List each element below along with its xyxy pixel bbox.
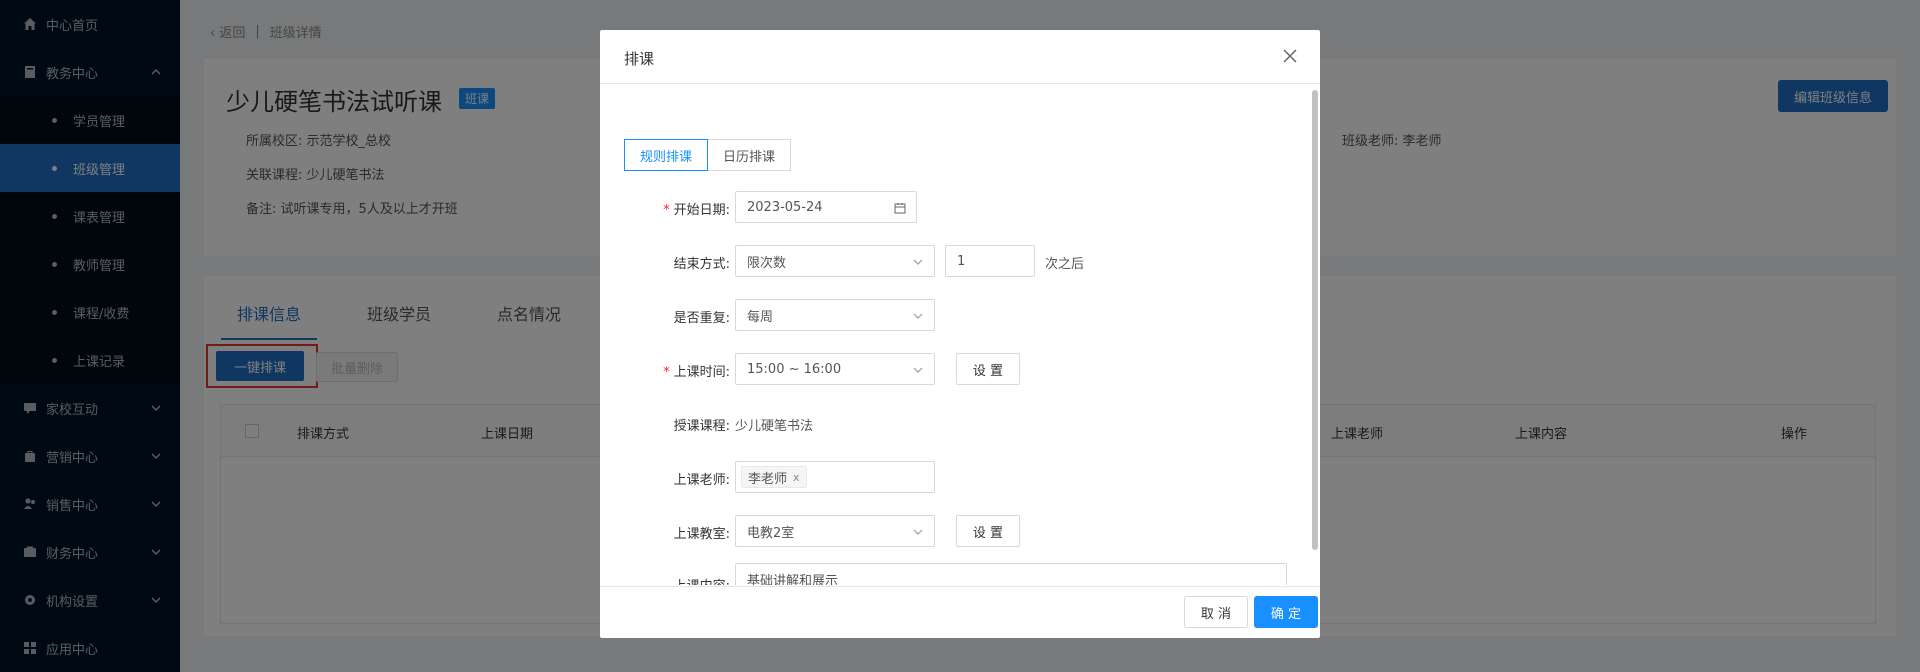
field-start-date: * 开始日期: 2023-05-24 bbox=[600, 191, 1320, 223]
content-label: 上课内容: bbox=[674, 575, 730, 585]
field-label: * 开始日期: bbox=[663, 199, 730, 218]
cancel-button[interactable]: 取 消 bbox=[1184, 596, 1248, 628]
field-label: * 上课时间: bbox=[663, 361, 730, 380]
chevron-down-icon bbox=[913, 313, 923, 319]
course-label: 授课课程: bbox=[673, 419, 730, 434]
field-time: * 上课时间: 15:00 ~ 16:00 设 置 bbox=[600, 353, 1320, 385]
field-repeat: 是否重复: 每周 bbox=[600, 299, 1320, 331]
required-mark: * bbox=[663, 365, 670, 380]
repeat-label: 是否重复: bbox=[673, 311, 730, 326]
room-label: 上课教室: bbox=[673, 527, 730, 542]
count-suffix: 次之后 bbox=[1045, 257, 1085, 272]
field-course: 授课课程: 少儿硬笔书法 bbox=[600, 407, 1320, 439]
teacher-label: 上课老师: bbox=[673, 473, 730, 488]
start-date-input[interactable]: 2023-05-24 bbox=[735, 191, 917, 223]
end-mode-select[interactable]: 限次数 bbox=[735, 245, 935, 277]
field-room: 上课教室: 电教2室 设 置 bbox=[600, 515, 1320, 547]
time-value: 15:00 ~ 16:00 bbox=[747, 361, 842, 377]
calendar-icon bbox=[894, 203, 906, 214]
chevron-down-icon bbox=[913, 259, 923, 265]
modal-body: 规则排课 日历排课 * 开始日期: 2023-05-24 结束方式: 限次数 1 … bbox=[600, 85, 1320, 585]
room-select[interactable]: 电教2室 bbox=[735, 515, 935, 547]
start-date-label: 开始日期: bbox=[673, 203, 730, 218]
chevron-down-icon bbox=[913, 529, 923, 535]
mode-rule[interactable]: 规则排课 bbox=[624, 139, 709, 171]
time-label: 上课时间: bbox=[673, 365, 730, 380]
mode-switch: 规则排课 日历排课 bbox=[624, 139, 792, 171]
repeat-select[interactable]: 每周 bbox=[735, 299, 935, 331]
close-icon[interactable] bbox=[1282, 48, 1298, 64]
close-icon[interactable]: x bbox=[793, 471, 800, 484]
start-date-value: 2023-05-24 bbox=[747, 199, 823, 215]
time-select[interactable]: 15:00 ~ 16:00 bbox=[735, 353, 935, 385]
course-value: 少儿硬笔书法 bbox=[735, 419, 814, 434]
time-set-button[interactable]: 设 置 bbox=[956, 353, 1020, 385]
end-mode-label: 结束方式: bbox=[673, 257, 730, 272]
repeat-value: 每周 bbox=[747, 309, 774, 325]
count-input[interactable]: 1 bbox=[945, 245, 1035, 277]
count-value: 1 bbox=[957, 253, 966, 269]
room-set-button[interactable]: 设 置 bbox=[956, 515, 1020, 547]
mode-calendar[interactable]: 日历排课 bbox=[708, 139, 792, 171]
field-teacher: 上课老师: 李老师 x bbox=[600, 461, 1320, 493]
chevron-down-icon bbox=[913, 367, 923, 373]
field-content: 上课内容: 基础讲解和展示 bbox=[600, 563, 1320, 585]
modal-header: 排课 bbox=[600, 30, 1320, 84]
confirm-button[interactable]: 确 定 bbox=[1254, 596, 1318, 628]
required-mark: * bbox=[663, 203, 670, 218]
teacher-select[interactable]: 李老师 x bbox=[735, 461, 935, 493]
field-end-mode: 结束方式: 限次数 1 次之后 bbox=[600, 245, 1320, 277]
end-mode-value: 限次数 bbox=[747, 255, 787, 271]
teacher-tag-label: 李老师 bbox=[748, 471, 788, 487]
modal-footer: 取 消 确 定 bbox=[600, 586, 1320, 638]
room-value: 电教2室 bbox=[747, 525, 795, 541]
modal-title: 排课 bbox=[624, 50, 655, 68]
schedule-modal: 排课 规则排课 日历排课 * 开始日期: 2023-05-24 结束方式: 限次数… bbox=[600, 30, 1320, 638]
content-textarea[interactable]: 基础讲解和展示 bbox=[735, 563, 1287, 585]
teacher-tag: 李老师 x bbox=[741, 466, 807, 488]
